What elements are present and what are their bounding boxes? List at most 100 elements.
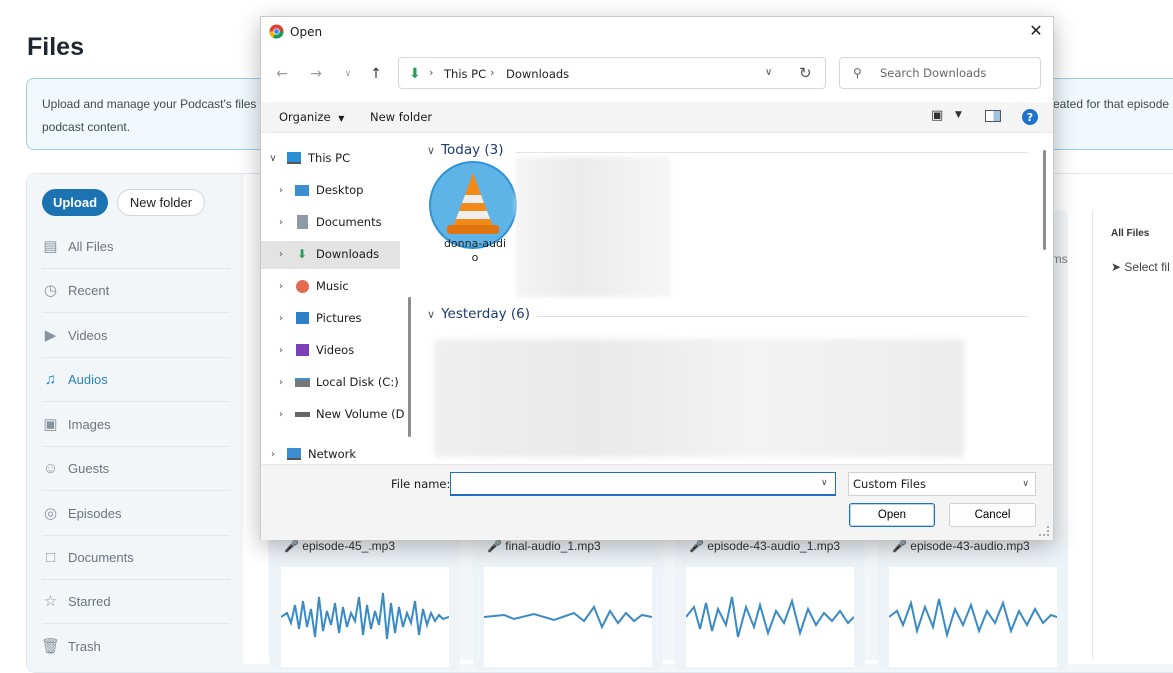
sidebar-item-images[interactable]: ▣ Images: [42, 402, 230, 447]
file-name-input[interactable]: [450, 472, 836, 496]
sidebar-item-audios[interactable]: ♫ Audios: [42, 357, 230, 402]
chevron-right-icon: ›: [279, 312, 283, 324]
sidebar-item-label: Audios: [68, 371, 108, 387]
tree-item-new-volume-d[interactable]: › New Volume (D: [274, 401, 405, 427]
music-icon: [294, 279, 310, 293]
sidebar-item-trash[interactable]: 🗑 Trash: [40, 624, 230, 668]
banner-text-line2: podcast content.: [42, 120, 131, 134]
chevron-right-icon: ›: [279, 184, 283, 196]
upload-button[interactable]: Upload: [42, 189, 108, 216]
back-arrow-icon[interactable]: ←: [272, 64, 292, 84]
sidebar-item-all-files[interactable]: ▤ All Files: [42, 224, 230, 269]
trash-icon: 🗑: [40, 638, 61, 655]
chevron-right-icon: ›: [279, 344, 283, 356]
file-list-scrollbar[interactable]: [1043, 150, 1046, 250]
address-dropdown-icon[interactable]: ∨: [765, 67, 772, 78]
group-header-today[interactable]: ∨ Today (3): [427, 142, 504, 158]
banner-text-line3: reated for that episode: [1049, 97, 1170, 111]
banner-text-line1: Upload and manage your Podcast's files o…: [42, 97, 271, 111]
audio-file-name: episode-43-audio.mp3: [910, 539, 1030, 553]
episodes-icon: ◎: [43, 505, 58, 522]
audio-card[interactable]: 🎤 final-audio_1.mp3: [473, 530, 663, 670]
file-item-selected-highlight[interactable]: [429, 161, 517, 249]
sidebar-item-label: Videos: [68, 327, 108, 343]
chevron-down-icon: ∨: [427, 307, 436, 321]
tree-item-local-disk-c[interactable]: › Local Disk (C:): [274, 369, 399, 395]
audio-card[interactable]: 🎤 episode-43-audio.mp3: [878, 530, 1068, 670]
sidebar-item-label: Guests: [68, 460, 110, 476]
dialog-title: Open: [290, 25, 323, 39]
details-panel: All Files ➤ Select fil: [1092, 210, 1173, 660]
tree-item-label: Desktop: [316, 183, 364, 197]
waveform-image: [281, 567, 449, 667]
tree-item-this-pc[interactable]: ∨ This PC: [266, 145, 350, 171]
page-title: Files: [27, 33, 84, 61]
select-file-text: Select fil: [1124, 260, 1170, 274]
sidebar-item-label: Recent: [68, 282, 110, 298]
sidebar-item-starred[interactable]: ☆ Starred: [42, 579, 230, 624]
tree-item-music[interactable]: › Music: [274, 273, 349, 299]
new-folder-toolbar-button[interactable]: New folder: [370, 110, 432, 124]
resize-grip-icon[interactable]: [1039, 526, 1049, 536]
new-folder-button[interactable]: New folder: [117, 189, 205, 216]
network-icon: [286, 447, 302, 461]
audio-card[interactable]: 🎤 episode-45_.mp3: [270, 530, 460, 670]
microphone-icon: 🎤: [892, 539, 907, 553]
view-options-icon[interactable]: ▣: [931, 108, 943, 123]
organize-label: Organize: [279, 110, 331, 124]
video-icon: ▶: [44, 327, 57, 344]
tree-item-label: New Volume (D: [316, 407, 405, 421]
group-label: Today (3): [441, 142, 504, 158]
nav-pane-scrollbar[interactable]: [408, 297, 411, 437]
sidebar-item-label: Images: [68, 416, 111, 432]
up-arrow-icon[interactable]: ↑: [366, 64, 386, 84]
downloads-icon: ⬇: [296, 247, 308, 261]
sidebar-item-episodes[interactable]: ◎ Episodes: [42, 491, 230, 536]
file-type-select[interactable]: Custom Files ∨: [848, 472, 1036, 496]
microphone-icon: 🎤: [284, 539, 299, 553]
tree-item-pictures[interactable]: › Pictures: [274, 305, 362, 331]
organize-menu[interactable]: Organize ▼: [279, 110, 344, 124]
group-header-yesterday[interactable]: ∨ Yesterday (6): [427, 306, 530, 322]
audio-file-name: final-audio_1.mp3: [505, 539, 601, 553]
recent-locations-chevron-icon[interactable]: ∨: [338, 64, 358, 84]
open-file-dialog: Open ✕ ← → ∨ ↑ ⬇ › This PC › Downloads ∨…: [260, 16, 1054, 540]
file-name-dropdown-icon[interactable]: ∨: [821, 478, 828, 488]
chevron-right-icon: ›: [279, 248, 283, 260]
address-bar[interactable]: ⬇ › This PC › Downloads ∨ ↻: [398, 57, 826, 89]
refresh-icon[interactable]: ↻: [799, 64, 812, 82]
waveform-image: [889, 567, 1057, 667]
help-icon[interactable]: ?: [1022, 109, 1038, 125]
breadcrumb-this-pc[interactable]: This PC: [444, 67, 486, 81]
cursor-icon: ➤: [1111, 260, 1122, 274]
select-file-hint: ➤ Select fil: [1111, 260, 1170, 274]
tree-item-videos[interactable]: › Videos: [274, 337, 354, 363]
close-icon[interactable]: ✕: [1027, 21, 1045, 40]
view-dropdown-icon[interactable]: ▼: [955, 110, 962, 120]
forward-arrow-icon[interactable]: →: [306, 64, 326, 84]
audio-file-name: episode-45_.mp3: [302, 539, 396, 553]
search-input[interactable]: [878, 65, 1032, 81]
tree-item-label: Documents: [316, 215, 382, 229]
disk-icon: [294, 375, 310, 389]
preview-pane-icon[interactable]: [985, 110, 1001, 122]
sidebar-item-recent[interactable]: ◷ Recent: [42, 268, 230, 313]
tree-item-label: Network: [308, 447, 357, 461]
tree-item-documents[interactable]: › Documents: [274, 209, 382, 235]
sidebar-item-guests[interactable]: ☺ Guests: [42, 446, 230, 491]
sidebar-item-documents[interactable]: □ Documents: [42, 535, 230, 580]
search-box[interactable]: ⚲: [839, 57, 1041, 89]
users-icon: ☺: [42, 459, 59, 477]
tree-item-label: This PC: [308, 151, 351, 165]
breadcrumb-downloads[interactable]: Downloads: [506, 67, 569, 81]
tree-item-downloads[interactable]: › ⬇ Downloads: [274, 241, 379, 267]
audio-card[interactable]: 🎤 episode-43-audio_1.mp3: [675, 530, 865, 670]
tree-item-desktop[interactable]: › Desktop: [274, 177, 363, 203]
file-item-name[interactable]: donna-audi o: [435, 237, 515, 265]
sidebar-item-videos[interactable]: ▶ Videos: [42, 313, 230, 358]
dialog-toolbar: Organize ▼ New folder ▣ ▼ ?: [261, 102, 1053, 133]
cancel-button[interactable]: Cancel: [949, 503, 1036, 527]
audio-card-title: 🎤 episode-45_.mp3: [284, 539, 395, 553]
waveform-image: [686, 567, 854, 667]
open-button[interactable]: Open: [849, 503, 935, 527]
